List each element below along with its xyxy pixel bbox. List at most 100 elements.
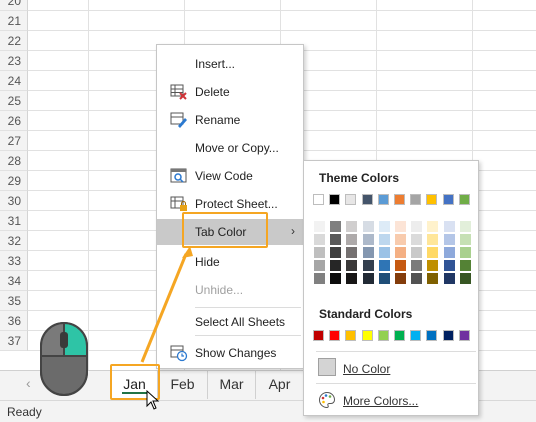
row-header[interactable]: 20 (0, 0, 28, 11)
standard-color-swatch[interactable] (442, 330, 454, 341)
theme-shade-swatch[interactable] (395, 260, 406, 271)
theme-shade-swatch[interactable] (362, 247, 374, 258)
theme-shade-swatch[interactable] (378, 260, 390, 271)
row-header[interactable]: 37 (0, 331, 28, 351)
theme-shade-swatch[interactable] (378, 234, 390, 245)
theme-shade-swatch[interactable] (411, 273, 423, 284)
theme-shade-swatch[interactable] (330, 260, 342, 271)
standard-color-swatch[interactable] (361, 330, 373, 341)
row-header[interactable]: 27 (0, 131, 28, 151)
theme-shade-swatch[interactable] (427, 221, 439, 232)
theme-shade-swatch[interactable] (459, 247, 471, 258)
theme-color-swatch[interactable] (410, 194, 422, 205)
menu-item-delete[interactable]: Delete (157, 79, 303, 105)
theme-color-swatch[interactable] (313, 194, 324, 205)
theme-shade-swatch[interactable] (346, 260, 358, 271)
row-header[interactable]: 29 (0, 171, 28, 191)
theme-shade-swatch[interactable] (395, 234, 406, 245)
theme-color-swatch[interactable] (394, 194, 405, 205)
theme-shade-swatch[interactable] (378, 221, 390, 232)
theme-shade-swatch[interactable] (459, 273, 471, 284)
theme-shade-swatch[interactable] (314, 260, 325, 271)
menu-item-select-all-sheets[interactable]: Select All Sheets (157, 309, 303, 335)
menu-item-move-copy[interactable]: Move or Copy... (157, 135, 303, 161)
no-color-option[interactable]: No Color (316, 358, 476, 380)
row-header[interactable]: 34 (0, 271, 28, 291)
theme-shade-swatch[interactable] (411, 234, 423, 245)
row-header[interactable]: 35 (0, 291, 28, 311)
theme-shade-swatch[interactable] (411, 221, 423, 232)
standard-color-swatch[interactable] (426, 330, 438, 341)
tab-apr[interactable]: Apr (256, 371, 304, 399)
standard-color-swatch[interactable] (458, 330, 470, 341)
menu-item-insert[interactable]: Insert... (157, 51, 303, 77)
theme-color-swatch[interactable] (377, 194, 389, 205)
standard-color-swatch[interactable] (329, 330, 341, 341)
row-header[interactable]: 24 (0, 71, 28, 91)
theme-shade-swatch[interactable] (314, 221, 325, 232)
theme-color-swatch[interactable] (458, 194, 470, 205)
theme-shade-swatch[interactable] (411, 260, 423, 271)
theme-shade-swatch[interactable] (378, 273, 390, 284)
theme-shade-swatch[interactable] (330, 273, 342, 284)
theme-shade-swatch[interactable] (443, 247, 455, 258)
theme-shade-swatch[interactable] (346, 273, 358, 284)
theme-shade-swatch[interactable] (427, 273, 439, 284)
theme-shade-swatch[interactable] (362, 234, 374, 245)
theme-shade-swatch[interactable] (330, 234, 342, 245)
theme-shade-swatch[interactable] (459, 234, 471, 245)
row-header[interactable]: 25 (0, 91, 28, 111)
row-header[interactable]: 36 (0, 311, 28, 331)
theme-color-swatch[interactable] (426, 194, 438, 205)
theme-shade-swatch[interactable] (443, 273, 455, 284)
menu-item-show-changes[interactable]: Show Changes (157, 340, 303, 366)
row-header[interactable]: 33 (0, 251, 28, 271)
tab-mar[interactable]: Mar (208, 371, 256, 399)
theme-shade-swatch[interactable] (314, 273, 325, 284)
row-header[interactable]: 26 (0, 111, 28, 131)
row-header[interactable]: 28 (0, 151, 28, 171)
theme-shade-swatch[interactable] (427, 247, 439, 258)
theme-shade-swatch[interactable] (443, 260, 455, 271)
standard-color-swatch[interactable] (313, 330, 324, 341)
row-header[interactable]: 32 (0, 231, 28, 251)
theme-shade-swatch[interactable] (395, 273, 406, 284)
theme-shade-swatch[interactable] (427, 260, 439, 271)
more-colors-option[interactable]: More Colors... (316, 390, 476, 412)
tab-feb[interactable]: Feb (158, 371, 208, 399)
menu-item-hide[interactable]: Hide (157, 249, 303, 275)
standard-color-swatch[interactable] (410, 330, 422, 341)
row-header[interactable]: 23 (0, 51, 28, 71)
theme-shade-swatch[interactable] (443, 234, 455, 245)
theme-shade-swatch[interactable] (314, 234, 325, 245)
standard-color-swatch[interactable] (345, 330, 357, 341)
theme-shade-swatch[interactable] (378, 247, 390, 258)
theme-shade-swatch[interactable] (330, 221, 342, 232)
theme-color-swatch[interactable] (329, 194, 341, 205)
theme-shade-swatch[interactable] (362, 221, 374, 232)
standard-color-swatch[interactable] (394, 330, 405, 341)
row-header[interactable]: 21 (0, 11, 28, 31)
theme-shade-swatch[interactable] (459, 221, 471, 232)
theme-shade-swatch[interactable] (443, 221, 455, 232)
theme-shade-swatch[interactable] (395, 247, 406, 258)
theme-shade-swatch[interactable] (362, 273, 374, 284)
theme-shade-swatch[interactable] (346, 221, 358, 232)
theme-color-swatch[interactable] (442, 194, 454, 205)
theme-color-swatch[interactable] (345, 194, 357, 205)
theme-shade-swatch[interactable] (314, 247, 325, 258)
theme-shade-swatch[interactable] (411, 247, 423, 258)
menu-item-rename[interactable]: Rename (157, 107, 303, 133)
theme-shade-swatch[interactable] (395, 221, 406, 232)
row-header[interactable]: 31 (0, 211, 28, 231)
standard-color-swatch[interactable] (377, 330, 389, 341)
theme-shade-swatch[interactable] (330, 247, 342, 258)
theme-shade-swatch[interactable] (346, 247, 358, 258)
theme-color-swatch[interactable] (361, 194, 373, 205)
theme-shade-swatch[interactable] (346, 234, 358, 245)
theme-shade-swatch[interactable] (362, 260, 374, 271)
row-header[interactable]: 22 (0, 31, 28, 51)
menu-item-view-code[interactable]: View Code (157, 163, 303, 189)
row-header[interactable]: 30 (0, 191, 28, 211)
scroll-tabs-left-button[interactable]: ‹ (26, 375, 31, 391)
